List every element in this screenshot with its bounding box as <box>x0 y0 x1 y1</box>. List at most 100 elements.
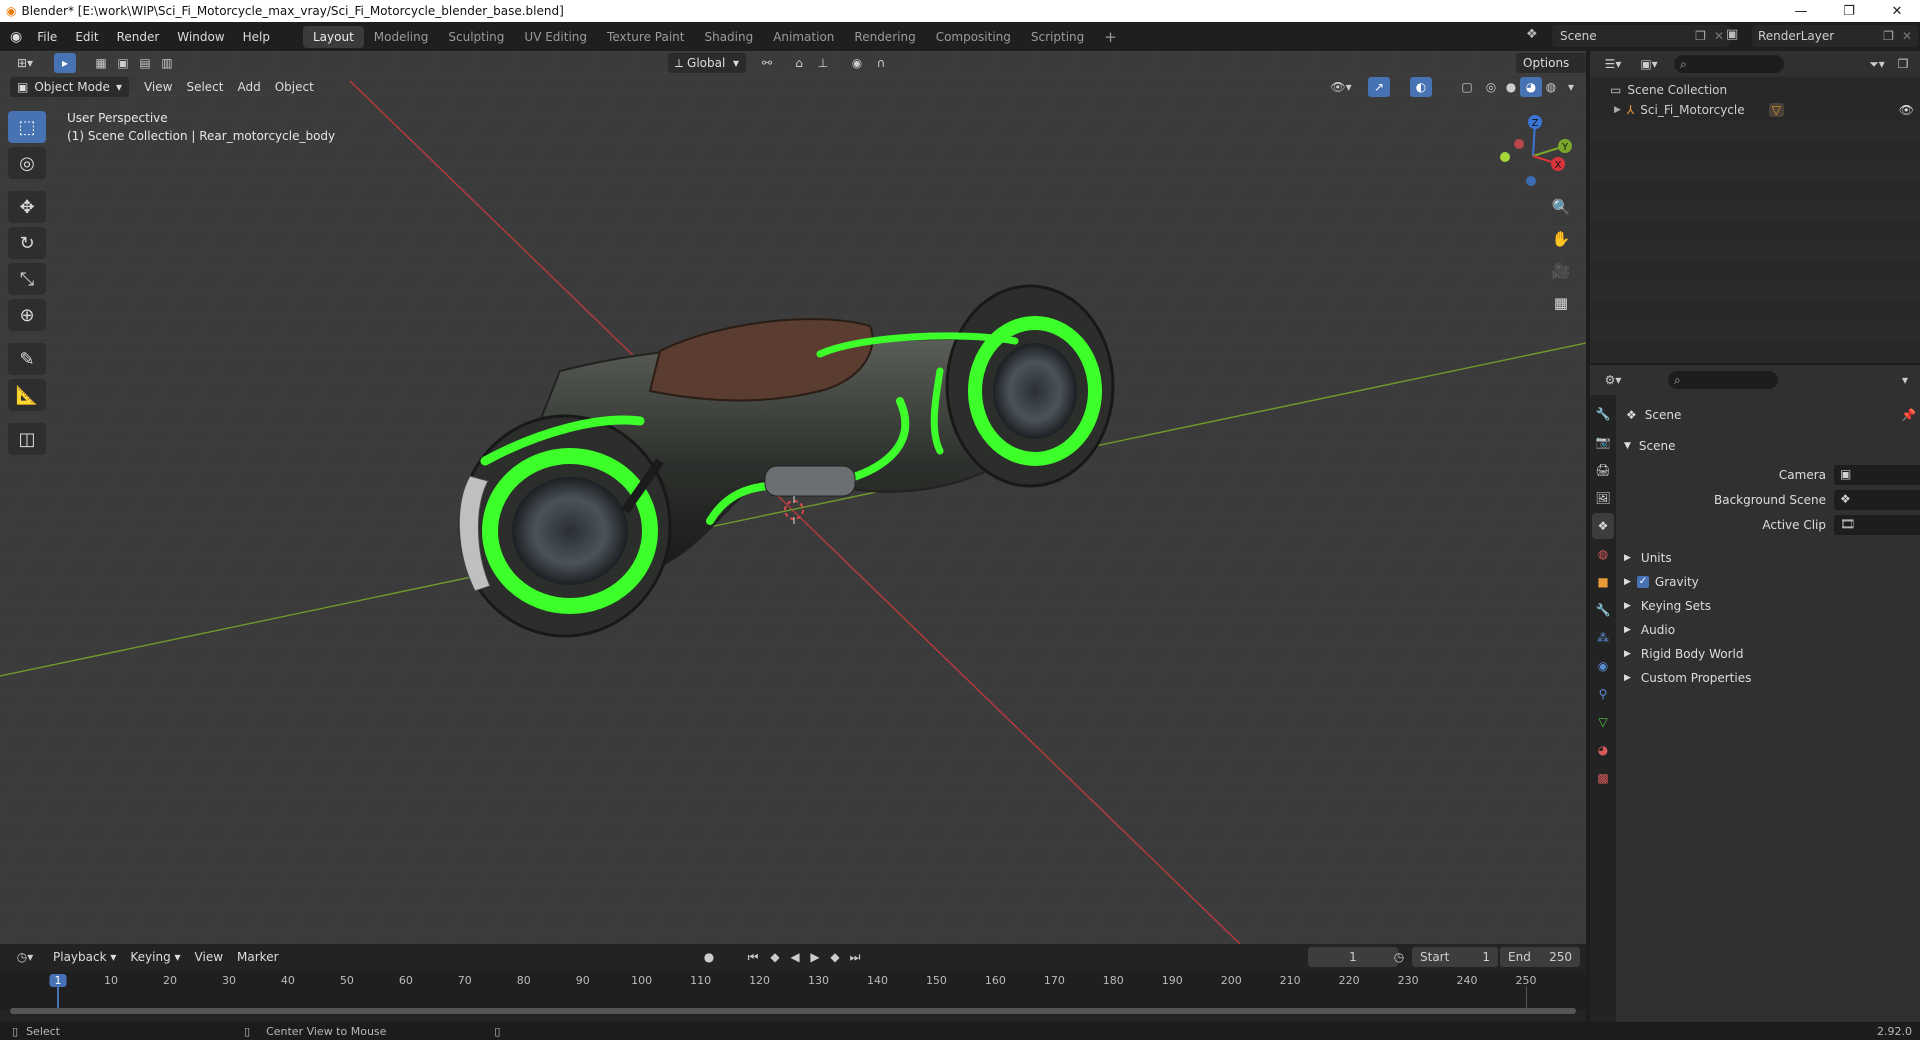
menu-edit[interactable]: Edit <box>66 26 107 48</box>
snap-target-icon[interactable]: ⊥ <box>812 53 834 73</box>
particles-tab-icon[interactable]: ⁂ <box>1592 625 1614 651</box>
filter-icon[interactable]: ⏷▾ <box>1862 54 1892 74</box>
menu-render[interactable]: Render <box>108 26 169 48</box>
timeline-ruler[interactable]: 1 10 20 30 40 50 60 70 80 90 100 110 120 130 140 150 160… <box>0 972 1586 1010</box>
world-tab-icon[interactable]: ◍ <box>1592 541 1614 567</box>
measure-tool-icon[interactable]: 📐 <box>8 379 46 411</box>
tab-scripting[interactable]: Scripting <box>1021 26 1094 48</box>
play-icon[interactable]: ▶ <box>804 947 826 967</box>
background-scene-field[interactable]: ❖ <box>1834 490 1920 510</box>
editor-type-icon[interactable]: ⊞▾ <box>10 53 40 73</box>
subpanel-custom-properties[interactable]: ▶ Custom Properties <box>1624 666 1914 690</box>
neg-y-axis-handle[interactable] <box>1500 152 1510 162</box>
cursor-tool-icon[interactable]: ◎ <box>8 147 46 179</box>
tab-uv-editing[interactable]: UV Editing <box>514 26 597 48</box>
select-mode-icon[interactable]: ▸ <box>54 53 76 73</box>
jump-end-icon[interactable]: ⏭ <box>844 947 866 967</box>
tab-texture-paint[interactable]: Texture Paint <box>597 26 694 48</box>
zoom-icon[interactable]: 🔍 <box>1548 194 1574 220</box>
3d-viewport[interactable]: ⊞▾ ▸ ▦ ▣ ▤ ▥ ⟂ Global ▾ ⚯ ⌂ ⊥ ◉ ∩ Option… <box>0 51 1586 944</box>
output-tab-icon[interactable]: 🖨 <box>1592 457 1614 483</box>
preview-range-icon[interactable]: ◷ <box>1388 947 1410 967</box>
tab-rendering[interactable]: Rendering <box>844 26 925 48</box>
subpanel-keying-sets[interactable]: ▶ Keying Sets <box>1624 594 1914 618</box>
menu-window[interactable]: Window <box>168 26 233 48</box>
xray-icon[interactable]: ▢ <box>1456 77 1478 97</box>
render-tab-icon[interactable]: 📷 <box>1592 429 1614 455</box>
close-icon[interactable]: ✕ <box>1714 29 1724 43</box>
add-cube-tool-icon[interactable]: ◫ <box>8 423 46 455</box>
jump-start-icon[interactable]: ⏮ <box>742 947 764 967</box>
render-layer-selector[interactable]: RenderLayer ❐ ✕ <box>1752 25 1918 47</box>
scene-panel-header[interactable]: ▼ Scene <box>1624 434 1676 458</box>
rendered-shading-icon[interactable]: ◍ <box>1540 77 1562 97</box>
neg-x-axis-handle[interactable] <box>1514 139 1524 149</box>
prev-keyframe-icon[interactable]: ◆ <box>764 947 786 967</box>
tab-sculpting[interactable]: Sculpting <box>438 26 514 48</box>
timeline-scrollbar[interactable] <box>10 1008 1576 1014</box>
select-tool-icon[interactable]: ⬚ <box>8 111 46 143</box>
data-tab-icon[interactable]: ▽ <box>1592 709 1614 735</box>
tab-layout[interactable]: Layout <box>302 25 364 48</box>
scene-type-icon[interactable]: ❖ <box>1526 27 1538 42</box>
menu-keying[interactable]: Keying ▾ <box>123 947 187 967</box>
physics-tab-icon[interactable]: ◉ <box>1592 653 1614 679</box>
tab-animation[interactable]: Animation <box>763 26 844 48</box>
start-frame-field[interactable]: Start 1 <box>1412 947 1498 967</box>
playhead[interactable] <box>57 986 59 1010</box>
object-mode-dropdown[interactable]: ▣ Object Mode ▾ <box>10 77 129 97</box>
play-reverse-icon[interactable]: ◀ <box>784 947 806 967</box>
outliner-search-input[interactable]: ⌕ <box>1674 55 1784 73</box>
editor-type-icon[interactable]: ☰▾ <box>1598 54 1628 74</box>
pin-icon[interactable]: 📌 <box>1901 408 1916 422</box>
navigation-gizmo[interactable]: Z Y X <box>1488 111 1578 201</box>
falloff-icon[interactable]: ∩ <box>870 53 892 73</box>
scene-tab-icon[interactable]: ❖ <box>1592 513 1614 539</box>
copy-icon[interactable]: ❐ <box>1695 29 1706 43</box>
gizmo-toggle-icon[interactable]: ↗ <box>1368 77 1390 97</box>
subpanel-gravity[interactable]: ▶ ✓ Gravity <box>1624 570 1914 594</box>
menu-marker[interactable]: Marker <box>230 947 285 967</box>
object-tab-icon[interactable]: ■ <box>1592 569 1614 595</box>
add-workspace-button[interactable]: + <box>1094 26 1127 48</box>
visibility-icon[interactable]: 👁▾ <box>1330 77 1352 97</box>
close-icon[interactable]: ✕ <box>1902 29 1912 43</box>
menu-object[interactable]: Object <box>268 77 321 97</box>
texture-tab-icon[interactable]: ▩ <box>1592 765 1614 791</box>
close-icon[interactable]: ✕ <box>1874 0 1920 22</box>
select-box-icon[interactable]: ▦ <box>90 53 112 73</box>
menu-view[interactable]: View <box>188 947 230 967</box>
subpanel-audio[interactable]: ▶ Audio <box>1624 618 1914 642</box>
record-icon[interactable]: ● <box>698 947 720 967</box>
tab-shading[interactable]: Shading <box>694 26 763 48</box>
select-extend-icon[interactable]: ▣ <box>112 53 134 73</box>
editor-type-icon[interactable]: ⚙▾ <box>1598 370 1628 390</box>
annotate-tool-icon[interactable]: ✎ <box>8 343 46 375</box>
menu-view[interactable]: View <box>137 77 179 97</box>
end-frame-field[interactable]: End 250 <box>1500 947 1580 967</box>
proportional-edit-icon[interactable]: ◉ <box>846 53 868 73</box>
restore-icon[interactable]: ❐ <box>1826 0 1872 22</box>
active-clip-field[interactable]: 🎞 <box>1834 515 1920 535</box>
camera-field[interactable]: ▣ ✎ <box>1834 465 1920 485</box>
snap-icon[interactable]: ⌂ <box>788 53 810 73</box>
subpanel-units[interactable]: ▶ Units <box>1624 546 1914 570</box>
wireframe-shading-icon[interactable]: ◎ <box>1480 77 1502 97</box>
camera-view-icon[interactable]: 🎥 <box>1548 258 1574 284</box>
select-intersect-icon[interactable]: ▥ <box>156 53 178 73</box>
menu-help[interactable]: Help <box>234 26 279 48</box>
gravity-checkbox[interactable]: ✓ <box>1636 576 1649 588</box>
menu-file[interactable]: File <box>28 26 66 48</box>
view-layer-tab-icon[interactable]: 🖼 <box>1592 485 1614 511</box>
viewport-canvas[interactable] <box>0 51 1586 944</box>
outliner-root-row[interactable]: ▭ Scene Collection <box>1610 80 1727 100</box>
current-frame-field[interactable]: 1 <box>1308 947 1398 967</box>
chevron-down-icon[interactable]: ▾ <box>1894 370 1916 390</box>
pan-hand-icon[interactable]: ✋ <box>1548 226 1574 252</box>
tab-compositing[interactable]: Compositing <box>926 26 1021 48</box>
move-tool-icon[interactable]: ✥ <box>8 191 46 223</box>
select-subtract-icon[interactable]: ▤ <box>134 53 156 73</box>
disclosure-triangle-icon[interactable]: ▶ <box>1614 105 1621 115</box>
constraints-tab-icon[interactable]: ⚲ <box>1592 681 1614 707</box>
shading-options-icon[interactable]: ▾ <box>1560 77 1582 97</box>
